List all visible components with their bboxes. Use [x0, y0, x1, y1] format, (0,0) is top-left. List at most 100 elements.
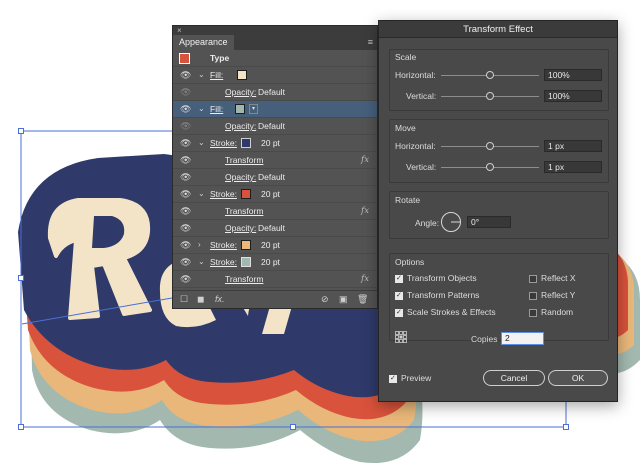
move-vertical-input[interactable]: 1 px	[544, 161, 602, 173]
visibility-eye-icon[interactable]: 👁	[180, 254, 191, 270]
bbox-handle-bm[interactable]	[290, 424, 296, 430]
row-stroke-red[interactable]: 👁 ⌄ Stroke: 20 pt	[173, 186, 377, 203]
row-label[interactable]: Fill:	[210, 67, 223, 83]
stroke-swatch[interactable]	[241, 189, 251, 199]
reflect-x-label[interactable]: Reflect X	[541, 273, 576, 283]
visibility-eye-icon[interactable]: 👁	[180, 84, 191, 100]
transform-patterns-checkbox[interactable]	[395, 291, 403, 300]
chevron-down-icon[interactable]: ⌄	[198, 186, 205, 202]
preview-label[interactable]: Preview	[401, 373, 431, 383]
stroke-swatch[interactable]	[241, 240, 251, 250]
visibility-eye-icon[interactable]: 👁	[180, 67, 191, 83]
row-fill-1[interactable]: 👁 ⌄ Fill:	[173, 67, 377, 84]
visibility-eye-icon[interactable]: 👁	[180, 271, 191, 287]
stroke-swatch[interactable]	[241, 257, 251, 267]
row-stroke-peach[interactable]: 👁 › Stroke: 20 pt	[173, 237, 377, 254]
row-label[interactable]: Stroke:	[210, 237, 237, 253]
bbox-handle-bl[interactable]	[18, 424, 24, 430]
chevron-right-icon[interactable]: ›	[198, 237, 201, 253]
reflect-y-label[interactable]: Reflect Y	[541, 290, 575, 300]
scale-strokes-label[interactable]: Scale Strokes & Effects	[407, 307, 496, 317]
cancel-button[interactable]: Cancel	[483, 370, 545, 386]
row-transform[interactable]: 👁 Transform fx	[173, 271, 377, 288]
scale-vertical-input[interactable]: 100%	[544, 90, 602, 102]
panel-menu-icon[interactable]: ≡	[368, 37, 373, 47]
bbox-handle-tl[interactable]	[18, 128, 24, 134]
row-label[interactable]: Opacity:	[225, 220, 256, 236]
bbox-handle-br[interactable]	[563, 424, 569, 430]
duplicate-item-icon[interactable]: ▣	[339, 294, 348, 305]
angle-dial-icon[interactable]	[440, 211, 462, 233]
visibility-eye-icon[interactable]: 👁	[180, 237, 191, 253]
reflect-y-checkbox[interactable]	[529, 292, 537, 300]
row-opacity[interactable]: 👁 Opacity: Default	[173, 169, 377, 186]
stroke-weight[interactable]: 20 pt	[261, 135, 280, 151]
visibility-eye-icon[interactable]: 👁	[180, 220, 191, 236]
add-stroke-icon[interactable]: ☐	[180, 294, 188, 305]
row-type[interactable]: Type	[173, 50, 377, 67]
scale-horizontal-thumb[interactable]	[486, 71, 494, 79]
visibility-eye-icon[interactable]: 👁	[180, 203, 191, 219]
chevron-down-icon[interactable]: ⌄	[198, 67, 205, 83]
row-fill-selected[interactable]: 👁 ⌄ Fill: ▾	[173, 101, 377, 118]
visibility-eye-icon[interactable]: 👁	[180, 169, 191, 185]
row-transform[interactable]: 👁 Transform fx	[173, 152, 377, 169]
stroke-weight[interactable]: 20 pt	[261, 254, 280, 270]
visibility-eye-icon[interactable]: 👁	[180, 135, 191, 151]
angle-input[interactable]: 0°	[467, 216, 511, 228]
visibility-eye-icon[interactable]: 👁	[180, 186, 191, 202]
scale-vertical-thumb[interactable]	[486, 92, 494, 100]
delete-item-icon[interactable]: 🗑	[357, 294, 368, 305]
row-opacity[interactable]: 👁 Opacity: Default	[173, 84, 377, 101]
row-opacity[interactable]: 👁 Opacity: Default	[173, 220, 377, 237]
row-label[interactable]: Opacity:	[225, 118, 256, 134]
fill-swatch[interactable]	[235, 104, 245, 114]
reflect-x-checkbox[interactable]	[529, 275, 537, 283]
ok-button[interactable]: OK	[548, 370, 608, 386]
swatch-dropdown-icon[interactable]: ▾	[249, 104, 258, 114]
stroke-swatch[interactable]	[241, 138, 251, 148]
row-label[interactable]: Stroke:	[210, 254, 237, 270]
close-panel-icon[interactable]: ×	[177, 26, 182, 35]
transform-patterns-label[interactable]: Transform Patterns	[407, 290, 479, 300]
fill-swatch[interactable]	[237, 70, 247, 80]
row-label[interactable]: Stroke:	[210, 135, 237, 151]
visibility-eye-icon[interactable]: 👁	[180, 101, 191, 117]
chevron-down-icon[interactable]: ⌄	[198, 101, 205, 117]
fx-icon[interactable]: fx	[361, 271, 369, 287]
move-vertical-thumb[interactable]	[486, 163, 494, 171]
stroke-weight[interactable]: 20 pt	[261, 237, 280, 253]
transform-objects-label[interactable]: Transform Objects	[407, 273, 477, 283]
row-label[interactable]: Transform	[225, 152, 263, 168]
row-stroke-sage[interactable]: 👁 ⌄ Stroke: 20 pt	[173, 254, 377, 271]
preview-checkbox[interactable]	[389, 374, 397, 383]
row-opacity[interactable]: 👁 Opacity: Default	[173, 118, 377, 135]
move-horizontal-thumb[interactable]	[486, 142, 494, 150]
add-fill-icon[interactable]: ◼	[197, 294, 204, 305]
row-label[interactable]: Opacity:	[225, 169, 256, 185]
chevron-down-icon[interactable]: ⌄	[198, 254, 205, 270]
row-stroke-navy[interactable]: 👁 ⌄ Stroke: 20 pt	[173, 135, 377, 152]
scale-horizontal-input[interactable]: 100%	[544, 69, 602, 81]
row-label[interactable]: Transform	[225, 271, 263, 287]
move-horizontal-input[interactable]: 1 px	[544, 140, 602, 152]
transform-objects-checkbox[interactable]	[395, 274, 403, 283]
fx-icon[interactable]: fx	[361, 203, 369, 219]
bbox-handle-ml[interactable]	[18, 275, 24, 281]
row-transform[interactable]: 👁 Transform fx	[173, 203, 377, 220]
row-label[interactable]: Opacity:	[225, 84, 256, 100]
add-effect-icon[interactable]: fx.	[215, 294, 225, 304]
tab-appearance[interactable]: Appearance	[173, 35, 234, 50]
chevron-down-icon[interactable]: ⌄	[198, 135, 205, 151]
row-label[interactable]: Fill:	[210, 101, 223, 117]
copies-input[interactable]: 2	[501, 332, 544, 345]
visibility-eye-icon[interactable]: 👁	[180, 152, 191, 168]
clear-appearance-icon[interactable]: ⊘	[321, 294, 329, 305]
visibility-eye-icon[interactable]: 👁	[180, 118, 191, 134]
random-checkbox[interactable]	[529, 309, 537, 317]
random-label[interactable]: Random	[541, 307, 573, 317]
row-label[interactable]: Stroke:	[210, 186, 237, 202]
scale-strokes-checkbox[interactable]	[395, 308, 403, 317]
row-label[interactable]: Transform	[225, 203, 263, 219]
reference-point-locator-icon[interactable]	[395, 331, 407, 343]
